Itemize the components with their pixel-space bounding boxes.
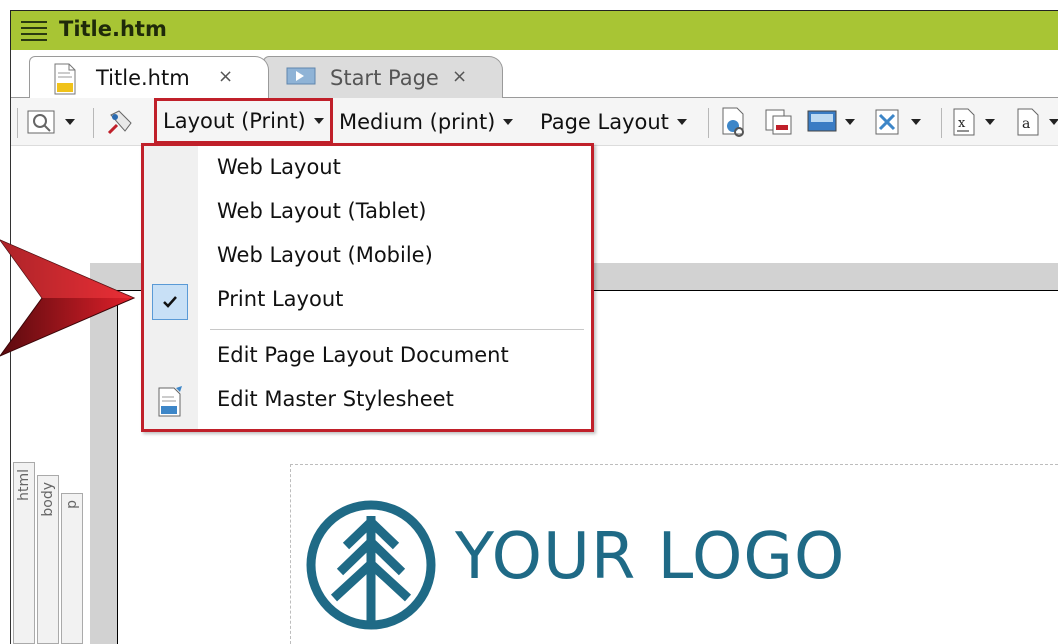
insert-equation-button[interactable]: x	[951, 106, 995, 138]
zoom-button[interactable]	[27, 106, 75, 138]
close-icon[interactable]: ×	[218, 66, 233, 87]
callout-arrow-icon	[0, 239, 136, 357]
menu-item-web-layout[interactable]: Web Layout	[144, 150, 591, 190]
menu-hamburger-icon[interactable]	[21, 20, 47, 42]
chevron-down-icon	[676, 119, 687, 125]
menu-item-print-layout[interactable]: Print Layout	[144, 282, 591, 322]
toolbar-separator	[17, 108, 18, 138]
menu-item-label: Edit Master Stylesheet	[217, 387, 454, 411]
window-title: Title.htm	[59, 17, 167, 41]
document-link-icon	[722, 107, 744, 137]
zoom-icon	[27, 110, 55, 134]
menu-item-label: Web Layout (Mobile)	[217, 243, 433, 267]
insert-text-button[interactable]: a	[1015, 106, 1058, 138]
medium-dropdown[interactable]: Medium (print)	[339, 106, 514, 138]
svg-text:x: x	[958, 116, 966, 131]
stylesheet-icon	[152, 384, 188, 420]
close-icon[interactable]: ×	[452, 66, 467, 87]
logo-text: YOUR LOGO	[455, 520, 846, 594]
tab-label: Start Page	[330, 66, 439, 90]
variable-icon	[875, 109, 899, 135]
toolbar-separator	[93, 108, 94, 138]
structure-tag-html[interactable]: html	[13, 462, 35, 644]
chevron-down-icon	[985, 119, 995, 125]
document-icon	[52, 63, 78, 99]
toolbar-separator	[941, 108, 942, 138]
insert-variable-button[interactable]	[873, 106, 921, 138]
chevron-down-icon	[313, 118, 324, 124]
menu-item-web-layout-tablet[interactable]: Web Layout (Tablet)	[144, 194, 591, 234]
menu-item-web-layout-mobile[interactable]: Web Layout (Mobile)	[144, 238, 591, 278]
layout-menu: Web Layout Web Layout (Tablet) Web Layou…	[141, 143, 594, 432]
menu-item-edit-page-layout-document[interactable]: Edit Page Layout Document	[144, 338, 591, 378]
menu-item-label: Web Layout	[217, 155, 341, 179]
toolbar-separator	[708, 108, 709, 138]
pin-tool-button[interactable]	[105, 106, 135, 138]
tab-title-htm[interactable]: Title.htm ×	[29, 56, 269, 98]
menu-item-label: Web Layout (Tablet)	[217, 199, 427, 223]
chevron-down-icon	[503, 119, 514, 125]
pin-icon	[107, 110, 132, 135]
tab-strip: Start Page × Title.htm ×	[11, 50, 1058, 98]
menu-item-label: Edit Page Layout Document	[217, 343, 509, 367]
page-layout-dropdown[interactable]: Page Layout	[540, 106, 687, 138]
start-page-icon	[286, 63, 316, 93]
menu-item-label: Print Layout	[217, 287, 344, 311]
equation-icon: x	[953, 108, 975, 136]
layout-dropdown-label: Layout (Print)	[163, 109, 306, 133]
chevron-down-icon	[845, 119, 855, 125]
insert-snippet-button[interactable]	[763, 106, 795, 138]
insert-image-button[interactable]	[807, 106, 855, 138]
chevron-down-icon	[911, 119, 921, 125]
svg-text:a: a	[1022, 116, 1030, 132]
structure-tag-p[interactable]: p	[61, 493, 83, 644]
structure-tag-label: p	[64, 500, 80, 509]
menu-item-edit-master-stylesheet[interactable]: Edit Master Stylesheet	[144, 382, 591, 422]
insert-link-button[interactable]	[719, 106, 749, 138]
menu-separator	[210, 329, 584, 330]
image-icon	[807, 110, 837, 132]
structure-tag-label: html	[16, 469, 32, 501]
tree-logo-icon	[306, 500, 436, 630]
checkmark-icon	[152, 284, 188, 320]
snippet-icon	[765, 109, 792, 135]
structure-tag-body[interactable]: body	[37, 475, 59, 644]
tab-label: Title.htm	[96, 66, 190, 90]
structure-tag-label: body	[40, 482, 56, 517]
text-icon: a	[1017, 108, 1039, 136]
toolbar: Layout (Print) Medium (print) Page Layou…	[11, 98, 1058, 146]
tab-start-page[interactable]: Start Page ×	[263, 56, 503, 98]
page-layout-dropdown-label: Page Layout	[540, 110, 669, 134]
title-bar: Title.htm	[10, 10, 1058, 50]
chevron-down-icon	[1049, 119, 1058, 125]
medium-dropdown-label: Medium (print)	[339, 110, 496, 134]
layout-dropdown[interactable]: Layout (Print)	[154, 98, 333, 144]
